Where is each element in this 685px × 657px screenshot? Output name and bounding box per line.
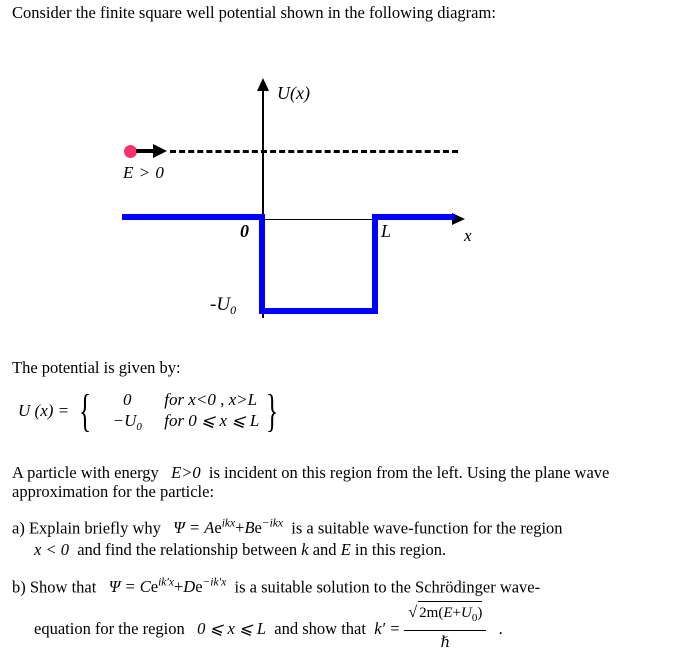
potential-wall-at-L [372, 214, 378, 314]
piecewise-case-value: 0 [122, 390, 132, 409]
piecewise-case-condition: for 0 ⩽ x ⩽ L [164, 411, 260, 430]
question-b-marker: b) [12, 577, 26, 597]
e-symbol: E [340, 540, 351, 560]
piecewise-case-row: −U0 for 0 ⩽ x ⩽ L [98, 411, 260, 433]
piecewise-case-value-subscript: 0 [136, 420, 142, 433]
radicand: 2m(E+U0) [418, 601, 483, 629]
well-depth-label-text: -U [210, 294, 231, 315]
question-b-line1-part2: is a suitable solution to the Schrödinge… [234, 577, 541, 597]
well-width-label: L [381, 221, 392, 241]
piecewise-case-value: −U0 [98, 411, 156, 433]
intro-text: Consider the finite square well potentia… [12, 3, 496, 22]
question-a-marker: a) [12, 518, 25, 538]
coefficient-d: D [183, 577, 196, 597]
energy-symbol: E [443, 605, 453, 622]
trailing-period: . [498, 619, 503, 639]
question-b-line2-part2: and show that [274, 619, 366, 639]
potential-segment-right [372, 214, 455, 220]
u-axis-label: U(x) [277, 83, 310, 103]
k-prime-symbol: k′ = [374, 619, 401, 639]
question-a-line2-part2: and find the relationship between [77, 540, 298, 560]
energy-level-label: E > 0 [123, 163, 165, 182]
fraction-numerator: √ 2m(E+U0) [404, 601, 486, 630]
fraction-denominator: ℏ [440, 635, 451, 652]
potential-well-bottom [259, 308, 378, 314]
particle-paragraph: A particle with energy E>0 is incident o… [12, 463, 674, 501]
potential-segment-left [122, 214, 265, 220]
psi-symbol: Ψ = [108, 577, 136, 597]
psi-symbol: Ψ = [173, 518, 201, 538]
question-a-and: and [312, 540, 337, 560]
origin-label: 0 [240, 221, 249, 241]
question-a-equation: Ψ = Aeikx+Be−ikx [173, 518, 283, 537]
exponent-2: −ikx [261, 518, 284, 530]
k-prime-fraction: √ 2m(E+U0) ℏ [404, 601, 487, 654]
potential-heading: The potential is given by: [12, 358, 181, 377]
piecewise-case-row: 0 for x<0 , x>L [98, 390, 259, 411]
x-axis-label: x [464, 226, 472, 245]
piecewise-right-bracket: } [266, 385, 279, 436]
paren-close: ) [477, 605, 483, 622]
particle-energy-expression: E>0 [171, 463, 201, 482]
question-b: b) Show that Ψ = Ceik′x+De−ik′x is a sui… [12, 572, 677, 657]
potential-piecewise-equation: U (x) = { 0 for x<0 , x>L −U0 for 0 ⩽ x … [18, 385, 283, 436]
particle-direction-arrowhead-icon [153, 144, 167, 158]
mass-term: 2m [419, 605, 439, 622]
coefficient-b: B [244, 518, 255, 538]
question-a-line1-part2: is a suitable wave-function for the regi… [291, 518, 563, 538]
region-condition-a: x < 0 [34, 540, 69, 560]
radical-icon: √ [408, 604, 418, 622]
well-depth-subscript: 0 [230, 303, 237, 318]
exponent-1: ikx [221, 518, 236, 530]
energy-level-dashed-line [170, 150, 458, 153]
exponent-2: −ik′x [202, 577, 227, 589]
u-symbol: U [460, 605, 472, 622]
well-depth-label: -U0 [210, 294, 236, 318]
potential-wall-at-origin [259, 214, 265, 314]
piecewise-lhs: U (x) = [18, 401, 70, 420]
plus-sign: + [173, 577, 184, 597]
particle-paragraph-part1: A particle with energy [12, 463, 159, 482]
u-axis-arrow-icon [257, 78, 269, 91]
finite-square-well-diagram: U(x) E > 0 0 L x -U0 [0, 78, 685, 343]
k-symbol: k [301, 540, 309, 560]
question-a-line2-part3: in this region. [354, 540, 447, 560]
question-a: a) Explain briefly why Ψ = Aeikx+Be−ikx … [12, 513, 677, 561]
question-b-equation: Ψ = Ceik′x+De−ik′x [109, 577, 227, 596]
coefficient-a: A [204, 518, 215, 538]
question-b-line2: equation for the region 0 ⩽ x ⩽ L and sh… [12, 598, 677, 657]
piecewise-case-condition: for x<0 , x>L [164, 390, 258, 409]
plus-sign: + [452, 605, 461, 622]
question-a-line1-part1: Explain briefly why [28, 518, 161, 538]
question-a-line2: x < 0 and find the relationship between … [12, 539, 677, 561]
coefficient-c: C [139, 577, 151, 597]
piecewise-left-bracket: { [79, 385, 92, 436]
exp-base-1: e [150, 577, 159, 597]
exp-base-2: e [195, 577, 203, 597]
piecewise-cases: 0 for x<0 , x>L −U0 for 0 ⩽ x ⩽ L [98, 390, 260, 433]
exp-base-1: e [214, 518, 222, 538]
exp-base-2: e [254, 518, 262, 538]
question-b-line2-part1: equation for the region [34, 619, 185, 639]
exponent-1: ik′x [158, 577, 174, 589]
region-condition-b: 0 ⩽ x ⩽ L [197, 619, 267, 639]
question-b-line1-part1: Show that [29, 577, 97, 597]
piecewise-case-value-text: −U [112, 411, 137, 430]
